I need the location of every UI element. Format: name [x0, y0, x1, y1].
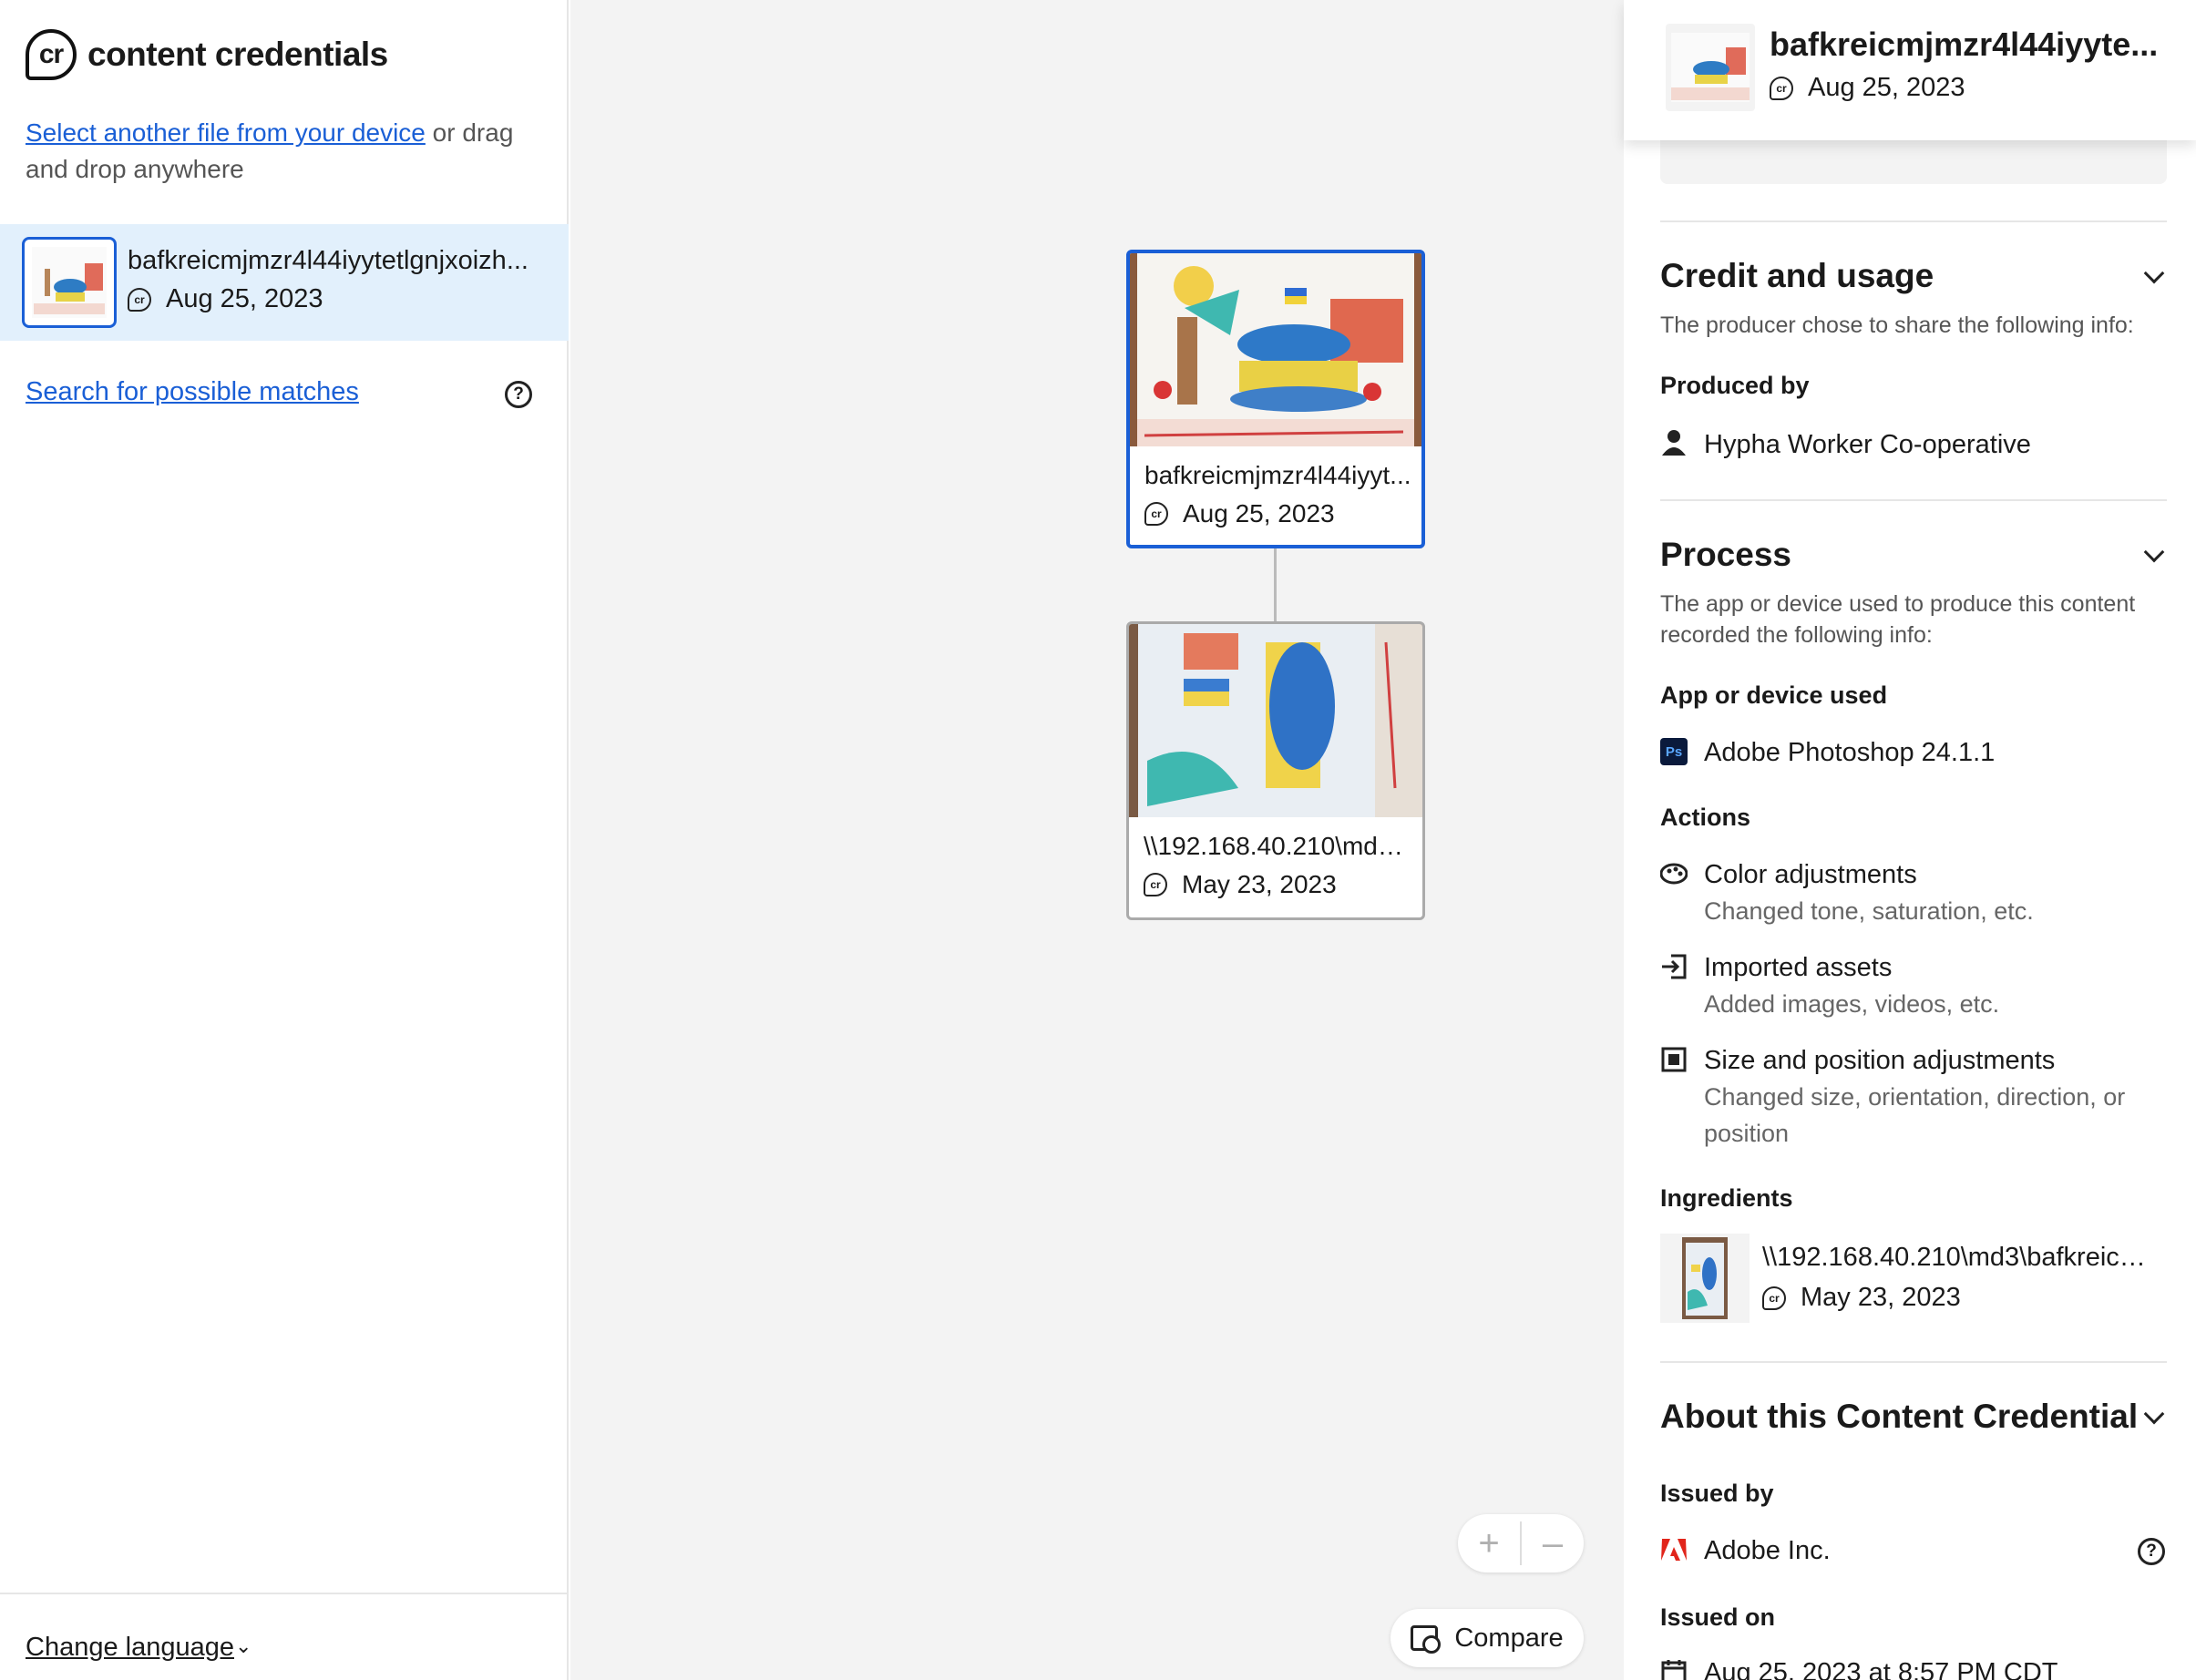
- node-title: \\192.168.40.210\md3\b...: [1144, 832, 1417, 860]
- compare-label: Compare: [1454, 1623, 1564, 1653]
- cr-icon: cr: [1144, 873, 1167, 896]
- issuer-name: Adobe Inc.: [1704, 1536, 1831, 1565]
- section-divider: [1660, 499, 2167, 501]
- details-panel: bafkreicmjmzr4l44iyyte... cr Aug 25, 202…: [1624, 0, 2196, 1680]
- node-date: cr May 23, 2023: [1144, 870, 1337, 899]
- select-file-link[interactable]: Select another file from your device: [26, 118, 426, 147]
- app-device-label: App or device used: [1660, 681, 1888, 709]
- child-drawing-image: [1130, 253, 1421, 446]
- header-placeholder: [1660, 137, 2167, 184]
- node-connector: [1274, 548, 1277, 621]
- issued-on-date: Aug 25, 2023 at 8:57 PM CDT: [1704, 1658, 2058, 1680]
- credit-section-heading[interactable]: Credit and usage: [1660, 257, 1934, 295]
- compare-button[interactable]: Compare: [1390, 1609, 1584, 1667]
- drawing-thumbnail-icon: [32, 247, 107, 318]
- header-thumbnail: [1666, 24, 1755, 111]
- action-description: Changed tone, saturation, etc.: [1704, 897, 2034, 925]
- palette-icon: [1660, 863, 1688, 885]
- issued-by-label: Issued by: [1660, 1480, 1774, 1507]
- provenance-canvas[interactable]: bafkreicmjmzr4l44iyyt... cr Aug 25, 2023…: [570, 0, 1624, 1680]
- photoshop-icon: Ps: [1660, 738, 1688, 765]
- produced-by-label: Produced by: [1660, 372, 1810, 399]
- brand-logo[interactable]: cr content credentials: [26, 29, 388, 80]
- upload-instructions: Select another file from your device or …: [26, 115, 545, 188]
- chevron-down-icon[interactable]: ⌄: [235, 1634, 251, 1658]
- zoom-out-button[interactable]: –: [1522, 1516, 1584, 1571]
- about-section-heading[interactable]: About this Content Credential: [1660, 1398, 2138, 1436]
- section-divider: [1660, 1361, 2167, 1363]
- node-image: [1130, 253, 1421, 446]
- action-description: Changed size, orientation, direction, or…: [1704, 1083, 2126, 1147]
- action-description: Added images, videos, etc.: [1704, 990, 2000, 1018]
- section-divider: [1660, 220, 2167, 222]
- node-date-text: May 23, 2023: [1182, 870, 1337, 898]
- details-date-text: Aug 25, 2023: [1808, 73, 1965, 102]
- provenance-node-ingredient[interactable]: \\192.168.40.210\md3\b... cr May 23, 202…: [1126, 621, 1425, 920]
- details-title: bafkreicmjmzr4l44iyyte...: [1770, 26, 2159, 63]
- node-title: bafkreicmjmzr4l44iyyt...: [1144, 461, 1411, 489]
- node-image: [1129, 624, 1422, 817]
- issued-on-label: Issued on: [1660, 1603, 1776, 1631]
- action-title: Size and position adjustments: [1704, 1046, 2056, 1075]
- selected-file-item[interactable]: bafkreicmjmzr4l44iyytetlgnjxoizh... cr A…: [0, 224, 569, 341]
- chevron-down-icon[interactable]: [2143, 262, 2165, 284]
- details-header: bafkreicmjmzr4l44iyyte... cr Aug 25, 202…: [1624, 0, 2196, 140]
- details-date: cr Aug 25, 2023: [1770, 73, 1965, 103]
- ingredient-date: cr May 23, 2023: [1762, 1283, 1961, 1313]
- app-name: Adobe Photoshop 24.1.1: [1704, 738, 1996, 767]
- cr-icon: cr: [128, 287, 151, 312]
- actions-label: Actions: [1660, 804, 1751, 831]
- cr-icon: cr: [1762, 1286, 1786, 1310]
- person-icon: [1662, 430, 1686, 456]
- process-section-heading[interactable]: Process: [1660, 536, 1791, 574]
- left-sidebar: cr content credentials Select another fi…: [0, 0, 569, 1680]
- file-thumbnail: [22, 237, 117, 328]
- ingredient-thumbnail[interactable]: [1660, 1234, 1750, 1323]
- ingredient-photo-image: [1682, 1237, 1728, 1319]
- process-description: The app or device used to produce this c…: [1660, 591, 2136, 648]
- adobe-logo-icon: [1661, 1539, 1687, 1561]
- ingredients-label: Ingredients: [1660, 1184, 1793, 1212]
- help-icon[interactable]: ?: [2138, 1538, 2165, 1565]
- cr-icon: cr: [1144, 502, 1168, 526]
- provenance-node-current[interactable]: bafkreicmjmzr4l44iyyt... cr Aug 25, 2023: [1126, 250, 1425, 548]
- zoom-in-button[interactable]: +: [1458, 1516, 1520, 1571]
- credit-description: The producer chose to share the followin…: [1660, 312, 2134, 338]
- change-language-link[interactable]: Change language: [26, 1633, 234, 1663]
- drawing-thumbnail-icon: [1671, 33, 1750, 102]
- zoom-controls: + –: [1458, 1514, 1584, 1572]
- search-matches-link[interactable]: Search for possible matches: [26, 377, 359, 407]
- chevron-down-icon[interactable]: [2143, 541, 2165, 563]
- ingredient-date-text: May 23, 2023: [1801, 1283, 1961, 1312]
- chevron-down-icon[interactable]: [2143, 1403, 2165, 1425]
- brand-name: content credentials: [87, 36, 388, 73]
- sidebar-footer: Change language ⌄: [0, 1593, 569, 1680]
- help-icon[interactable]: ?: [505, 381, 532, 408]
- cr-logo-icon: cr: [26, 29, 77, 80]
- action-title: Imported assets: [1704, 953, 1893, 982]
- crop-icon: [1661, 1047, 1687, 1072]
- node-date: cr Aug 25, 2023: [1144, 499, 1335, 528]
- import-icon: [1662, 954, 1687, 979]
- compare-icon: [1411, 1625, 1442, 1654]
- file-date: cr Aug 25, 2023: [128, 284, 323, 314]
- action-title: Color adjustments: [1704, 860, 1917, 889]
- calendar-icon: [1661, 1660, 1687, 1680]
- file-date-text: Aug 25, 2023: [166, 284, 323, 313]
- producer-name: Hypha Worker Co-operative: [1704, 430, 2031, 459]
- ingredient-photo-image: [1129, 624, 1422, 817]
- file-name: bafkreicmjmzr4l44iyytetlgnjxoizh...: [128, 246, 528, 275]
- ingredient-title[interactable]: \\192.168.40.210\md3\bafkreicmj...: [1762, 1243, 2163, 1273]
- node-date-text: Aug 25, 2023: [1183, 499, 1335, 528]
- cr-icon: cr: [1770, 76, 1793, 100]
